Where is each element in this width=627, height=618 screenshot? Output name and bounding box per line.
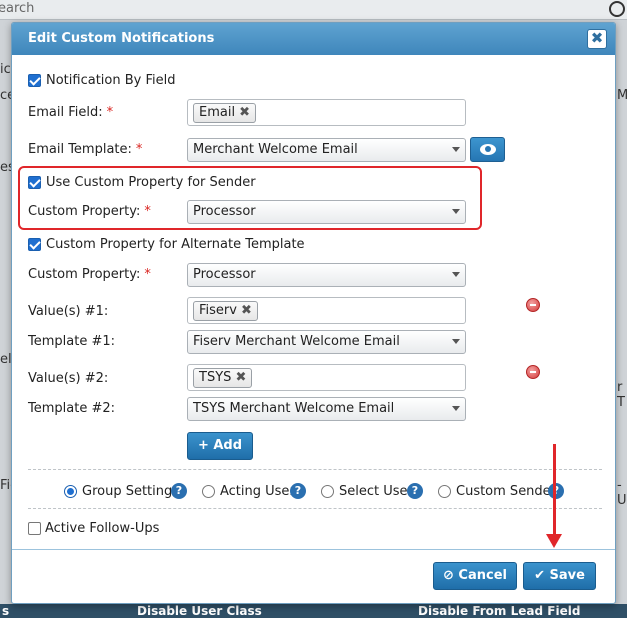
notification-by-field-label: Notification By Field <box>46 73 176 88</box>
chevron-down-icon <box>452 406 460 411</box>
radio-group-settings[interactable] <box>64 485 77 498</box>
background-fragment: r T <box>617 380 625 410</box>
save-button[interactable]: ✔ Save <box>523 562 596 590</box>
dialog-title: Edit Custom Notifications <box>28 31 215 46</box>
help-icon[interactable]: ? <box>290 483 306 499</box>
email-field-label: Email Field: * <box>28 105 114 120</box>
radio-custom-sender[interactable] <box>438 485 451 498</box>
chevron-down-icon <box>452 147 460 152</box>
value-2-tag: TSYS ✖ <box>193 368 253 388</box>
email-tag: Email ✖ <box>193 103 257 123</box>
background-fragment: ic <box>0 62 11 77</box>
chevron-down-icon <box>452 209 460 214</box>
eye-icon <box>480 144 496 155</box>
active-followups-label: Active Follow-Ups <box>45 521 160 536</box>
dialog-header: Edit Custom Notifications ✖ <box>12 23 615 55</box>
custom-property-sender-checkbox[interactable] <box>28 176 41 189</box>
settings-icon[interactable] <box>609 1 625 17</box>
divider <box>28 469 602 470</box>
background-fragment: Mo <box>617 88 627 103</box>
value-2-input[interactable]: TSYS ✖ <box>187 364 466 391</box>
custom-property-select[interactable]: Processor <box>187 200 466 224</box>
notification-by-field-checkbox[interactable] <box>28 74 41 87</box>
template-2-label: Template #2: <box>28 401 115 416</box>
custom-property-label: Custom Property: * <box>28 204 151 219</box>
help-icon[interactable]: ? <box>548 483 564 499</box>
email-template-label: Email Template: * <box>28 142 143 157</box>
alternate-template-checkbox[interactable] <box>28 238 41 251</box>
remove-tag-icon[interactable]: ✖ <box>241 302 252 320</box>
radio-label: Group Settings <box>82 484 180 499</box>
background-table-header: s Disable User Class Disable From Lead F… <box>0 604 627 618</box>
remove-tag-icon[interactable]: ✖ <box>235 369 246 387</box>
divider <box>28 508 602 509</box>
background-column-header: Disable From Lead Field <box>418 604 581 618</box>
active-followups-checkbox[interactable] <box>28 522 41 535</box>
radio-label: Custom Sender <box>456 484 557 499</box>
edit-notifications-dialog: Edit Custom Notifications ✖ Notification… <box>11 22 616 604</box>
value-2-label: Value(s) #2: <box>28 371 109 386</box>
close-button[interactable]: ✖ <box>587 29 607 49</box>
custom-property-label: Custom Property: * <box>28 267 151 282</box>
radio-label: Select User <box>339 484 413 499</box>
annotation-arrow-head <box>546 534 562 548</box>
value-1-input[interactable]: Fiserv ✖ <box>187 297 466 324</box>
template-2-select[interactable]: TSYS Merchant Welcome Email <box>187 397 466 421</box>
background-fragment: el <box>0 352 12 367</box>
custom-property-alt-select[interactable]: Processor <box>187 263 466 287</box>
background-column-header: s <box>2 604 10 618</box>
template-1-select[interactable]: Fiserv Merchant Welcome Email <box>187 330 466 354</box>
help-icon[interactable]: ? <box>171 483 187 499</box>
help-icon[interactable]: ? <box>407 483 423 499</box>
chevron-down-icon <box>452 339 460 344</box>
radio-label: Acting User <box>220 484 295 499</box>
email-field-input[interactable]: Email ✖ <box>187 99 466 126</box>
annotation-arrow <box>553 444 556 536</box>
background-topbar: earch <box>0 0 627 20</box>
cancel-button[interactable]: ⊘ Cancel <box>433 562 517 590</box>
remove-mapping-1-icon[interactable] <box>526 298 540 312</box>
footer-divider <box>12 549 615 550</box>
email-template-select[interactable]: Merchant Welcome Email <box>187 138 466 162</box>
background-column-header: Disable User Class <box>137 604 262 618</box>
remove-mapping-2-icon[interactable] <box>526 365 540 379</box>
value-1-label: Value(s) #1: <box>28 304 109 319</box>
template-1-label: Template #1: <box>28 334 115 349</box>
background-fragment: -Us <box>617 478 627 508</box>
custom-property-sender-label: Use Custom Property for Sender <box>46 175 256 190</box>
radio-acting-user[interactable] <box>202 485 215 498</box>
value-1-tag: Fiserv ✖ <box>193 301 258 321</box>
radio-select-user[interactable] <box>321 485 334 498</box>
background-search-text: earch <box>0 1 35 16</box>
chevron-down-icon <box>452 272 460 277</box>
preview-template-button[interactable] <box>470 137 505 162</box>
add-mapping-button[interactable]: + Add <box>187 432 253 460</box>
alternate-template-label: Custom Property for Alternate Template <box>46 237 305 252</box>
remove-tag-icon[interactable]: ✖ <box>239 104 250 122</box>
